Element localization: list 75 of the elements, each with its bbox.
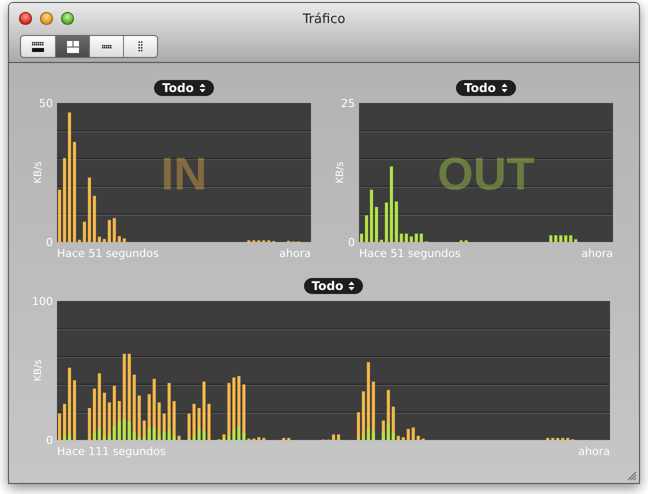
bar: [549, 235, 552, 242]
bar: [404, 234, 408, 242]
view-button[interactable]: [21, 36, 55, 57]
bar: [416, 436, 420, 440]
view-button[interactable]: [123, 36, 157, 57]
bar: [574, 239, 578, 242]
watermark-label: OUT: [437, 148, 535, 200]
bar: [257, 437, 260, 440]
time-label: Hace 51 segundos: [57, 247, 159, 260]
bar: [102, 238, 106, 242]
bar: [287, 438, 290, 440]
bar: [564, 235, 568, 242]
bar: [412, 428, 415, 440]
bar: [396, 436, 400, 440]
bar: [551, 438, 554, 440]
bar: [400, 234, 403, 242]
bar: [332, 434, 336, 440]
time-label: Hace 51 segundos: [359, 247, 461, 260]
y-tick-label: 0: [46, 434, 53, 447]
bar: [561, 438, 564, 440]
bar: [108, 220, 111, 242]
resize-grip-icon[interactable]: [627, 471, 637, 481]
bar: [356, 412, 360, 440]
bar: [82, 222, 86, 242]
bar: [402, 437, 405, 440]
watermark-label: IN: [161, 148, 207, 200]
y-tick-label: 50: [39, 97, 53, 110]
bar: [569, 235, 572, 242]
bar: [410, 236, 413, 242]
y-tick-label: 100: [32, 295, 53, 308]
y-axis-label: KB/s: [33, 162, 44, 184]
view-button[interactable]: [89, 36, 123, 57]
bar: [92, 196, 96, 242]
time-label: ahora: [578, 445, 610, 458]
window-title: Tráfico: [302, 11, 346, 27]
bar: [384, 202, 388, 242]
bar: [88, 178, 91, 242]
bar: [414, 234, 418, 242]
bar: [566, 438, 570, 440]
time-label: ahora: [279, 247, 311, 260]
y-tick-label: 0: [348, 236, 355, 249]
up-down-arrows-icon: [348, 281, 356, 291]
bar: [559, 235, 562, 242]
bar: [282, 438, 286, 440]
bar: [394, 201, 398, 242]
bar: [178, 436, 181, 440]
minimize-button[interactable]: [40, 12, 53, 25]
bar: [122, 238, 126, 242]
bar: [406, 428, 410, 440]
bar: [420, 234, 423, 242]
bar: [546, 438, 550, 440]
popup-button[interactable]: Todo: [456, 80, 516, 96]
y-axis-label: KB/s: [335, 162, 346, 184]
popup-button[interactable]: Todo: [304, 278, 364, 294]
bar: [262, 438, 266, 440]
zoom-button[interactable]: [61, 12, 74, 25]
bar: [98, 236, 101, 242]
popup-button[interactable]: Todo: [154, 80, 214, 96]
bar: [556, 438, 560, 440]
close-button[interactable]: [19, 12, 32, 25]
panes-icon: [66, 40, 80, 52]
bar: [118, 236, 121, 242]
dots-icon: [31, 40, 45, 52]
y-tick-label: 25: [341, 97, 355, 110]
bar: [112, 218, 116, 242]
view-button[interactable]: [55, 36, 89, 57]
y-tick-label: 0: [46, 236, 53, 249]
bar: [554, 235, 558, 242]
time-label: Hace 111 segundos: [57, 445, 166, 458]
time-label: ahora: [581, 247, 613, 260]
bar: [337, 434, 340, 440]
y-axis-label: KB/s: [33, 360, 44, 382]
up-down-arrows-icon: [198, 83, 206, 93]
up-down-arrows-icon: [500, 83, 508, 93]
bar: [88, 408, 91, 440]
